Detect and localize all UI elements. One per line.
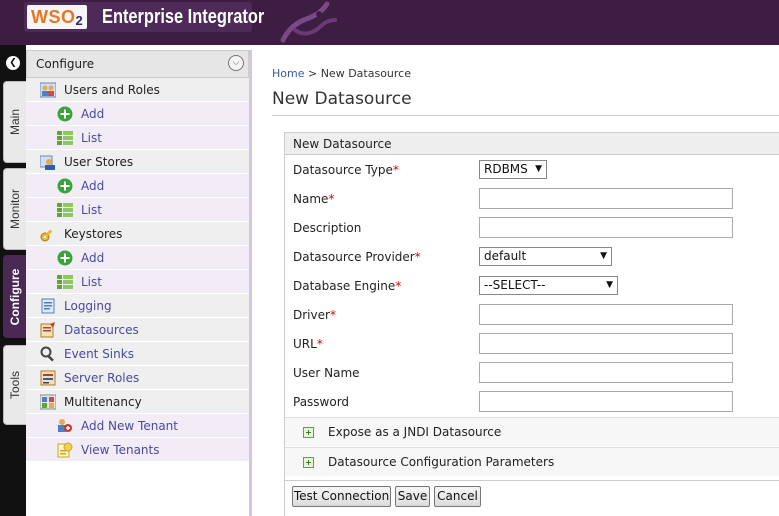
menu-datasources[interactable]: Datasources <box>26 318 249 342</box>
datasource-icon <box>40 322 55 338</box>
section-config-parameters[interactable]: Datasource Configuration Parameters <box>285 447 779 476</box>
breadcrumb: Home > New Datasource <box>272 67 411 80</box>
menu-header: Configure ⌵ <box>26 50 249 78</box>
menu-view-tenants[interactable]: View Tenants <box>26 438 249 462</box>
menu-user-stores[interactable]: User Stores <box>26 150 249 174</box>
server-roles-icon <box>40 370 56 386</box>
breadcrumb-current: New Datasource <box>320 67 411 80</box>
user-store-icon <box>40 155 55 170</box>
wso2-logo: WSO2 <box>27 5 88 29</box>
description-input[interactable] <box>479 217 733 238</box>
dropdown-arrow-icon: ▼ <box>535 164 542 174</box>
main-content: Home > New Datasource New Datasource New… <box>255 50 779 516</box>
url-input[interactable] <box>479 333 733 354</box>
row-driver: Driver* <box>285 301 779 329</box>
users-icon <box>40 82 56 98</box>
app-header: WSO2 Enterprise Integrator <box>0 0 779 45</box>
configure-menu: Configure ⌵ Users and Roles Add List Use… <box>26 50 252 516</box>
event-sink-icon <box>40 346 54 362</box>
tab-main[interactable]: Main <box>3 81 26 163</box>
menu-multitenancy[interactable]: Multitenancy <box>26 390 249 414</box>
driver-input[interactable] <box>479 304 733 325</box>
name-input[interactable] <box>479 188 733 209</box>
breadcrumb-home-link[interactable]: Home <box>272 67 304 80</box>
product-logo[interactable]: WSO2 Enterprise Integrator <box>24 2 264 32</box>
header-decoration-icon <box>280 1 337 43</box>
expand-plus-icon[interactable] <box>303 457 314 468</box>
user-name-input[interactable] <box>479 362 733 383</box>
row-name: Name* <box>285 185 779 213</box>
add-tenant-icon <box>58 419 72 432</box>
list-icon <box>57 131 73 145</box>
menu-users-list[interactable]: List <box>26 126 249 150</box>
multitenancy-icon <box>40 394 56 410</box>
row-user-name: User Name <box>285 359 779 387</box>
expand-plus-icon[interactable] <box>303 427 314 438</box>
section-jndi-datasource[interactable]: Expose as a JNDI Datasource <box>285 417 779 446</box>
menu-users-add[interactable]: Add <box>26 102 249 126</box>
datasource-provider-select[interactable]: default ▼ <box>479 247 612 266</box>
form-header: New Datasource <box>285 133 779 155</box>
row-url: URL* <box>285 330 779 358</box>
list-icon <box>57 203 73 217</box>
menu-event-sinks[interactable]: Event Sinks <box>26 342 249 366</box>
database-engine-select[interactable]: --SELECT-- ▼ <box>479 276 618 295</box>
row-datasource-type: Datasource Type* RDBMS ▼ <box>285 156 779 184</box>
datasource-type-select[interactable]: RDBMS ▼ <box>479 160 547 179</box>
key-icon <box>40 229 53 242</box>
save-button[interactable]: Save <box>395 486 430 507</box>
menu-user-stores-add[interactable]: Add <box>26 174 249 198</box>
menu-server-roles[interactable]: Server Roles <box>26 366 249 390</box>
product-name: Enterprise Integrator <box>102 6 265 28</box>
title-divider <box>272 115 779 116</box>
cancel-button[interactable]: Cancel <box>434 486 481 507</box>
password-input[interactable] <box>479 391 733 412</box>
menu-keystores-list[interactable]: List <box>26 270 249 294</box>
dropdown-arrow-icon: ▼ <box>600 251 607 261</box>
tab-monitor[interactable]: Monitor <box>3 168 26 250</box>
add-icon <box>57 178 73 194</box>
tab-tools[interactable]: Tools <box>3 345 26 425</box>
new-datasource-form: New Datasource Datasource Type* RDBMS ▼ N… <box>284 132 779 516</box>
menu-keystores[interactable]: Keystores <box>26 222 249 246</box>
test-connection-button[interactable]: Test Connection <box>292 486 391 507</box>
tab-configure[interactable]: Configure <box>3 255 26 338</box>
menu-users-and-roles[interactable]: Users and Roles <box>26 78 249 102</box>
menu-logging[interactable]: Logging <box>26 294 249 318</box>
logging-icon <box>41 298 55 314</box>
add-icon <box>57 106 73 122</box>
form-button-bar: Test Connection Save Cancel <box>285 480 779 516</box>
row-datasource-provider: Datasource Provider* default ▼ <box>285 243 779 271</box>
row-password: Password <box>285 388 779 416</box>
page-title: New Datasource <box>272 89 412 109</box>
row-description: Description <box>285 214 779 242</box>
side-tabs: ❮ Main Monitor Configure Tools <box>0 45 26 516</box>
list-icon <box>57 275 73 289</box>
menu-user-stores-list[interactable]: List <box>26 198 249 222</box>
chevron-down-icon[interactable]: ⌵ <box>228 55 244 71</box>
view-tenants-icon <box>57 442 73 458</box>
add-icon <box>57 250 73 266</box>
collapse-menu-icon[interactable]: ❮ <box>6 56 20 70</box>
row-database-engine: Database Engine* --SELECT-- ▼ <box>285 272 779 300</box>
menu-add-new-tenant[interactable]: Add New Tenant <box>26 414 249 438</box>
menu-keystores-add[interactable]: Add <box>26 246 249 270</box>
dropdown-arrow-icon: ▼ <box>606 280 613 290</box>
